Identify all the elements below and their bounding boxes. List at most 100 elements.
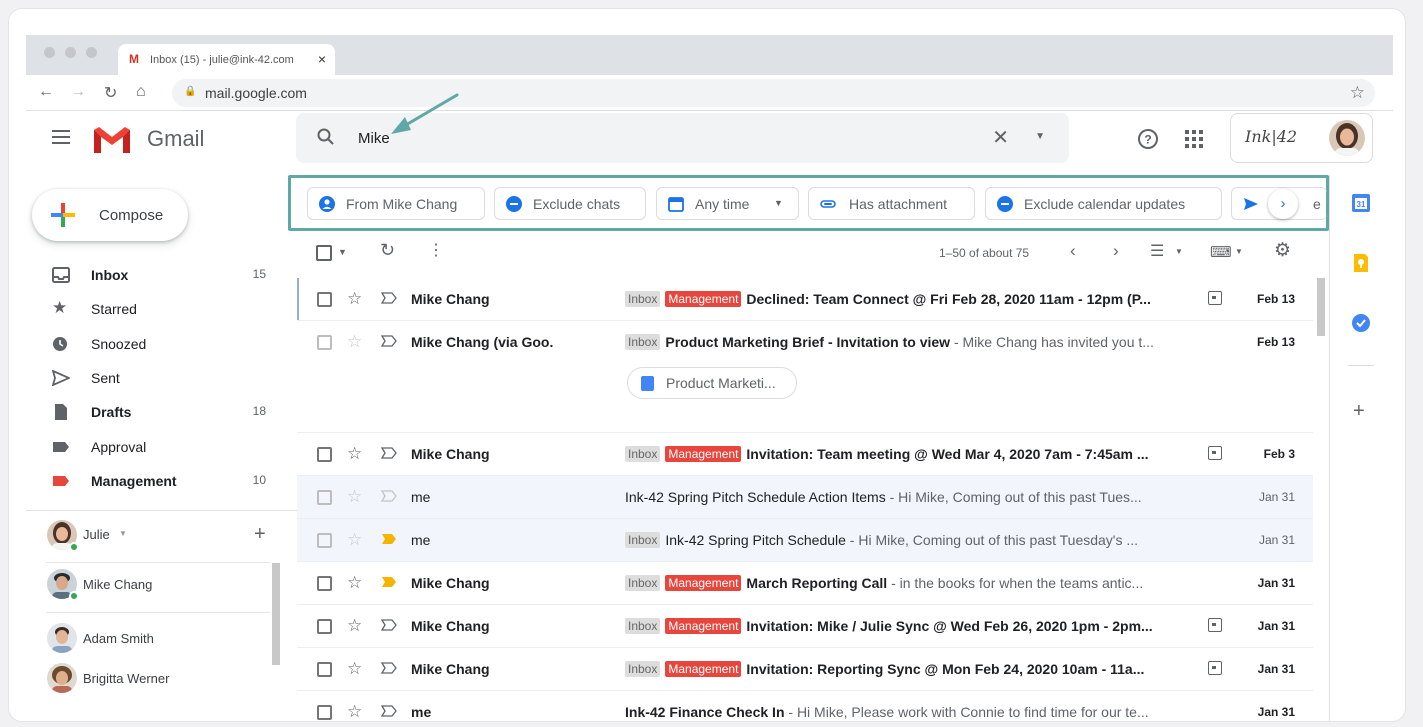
chip-any-time[interactable]: Any time ▼ xyxy=(656,187,799,220)
tab-close-icon[interactable]: × xyxy=(318,51,326,67)
prev-page-icon[interactable]: ‹ xyxy=(1070,241,1076,261)
importance-marker-icon[interactable] xyxy=(381,292,397,304)
reload-icon[interactable]: ↻ xyxy=(104,83,117,103)
star-icon[interactable]: ☆ xyxy=(347,702,362,721)
label-chip-management[interactable]: Management xyxy=(665,618,742,634)
chip-exclude-calendar-updates[interactable]: Exclude calendar updates xyxy=(985,187,1222,220)
email-row[interactable]: ☆ Mike Chang (via Goo. Inbox Product Market… xyxy=(297,321,1313,433)
label-chip-inbox[interactable]: Inbox xyxy=(625,661,661,677)
calendar-event-icon[interactable] xyxy=(1208,446,1222,460)
contact-brigitta-werner[interactable]: Brigitta Werner xyxy=(26,663,286,699)
importance-marker-icon[interactable] xyxy=(381,490,397,502)
hangouts-user[interactable]: Julie ▼ + xyxy=(26,520,286,556)
settings-gear-icon[interactable]: ⚙ xyxy=(1274,239,1291,262)
account-brand-box[interactable]: Ink​|42 xyxy=(1230,113,1373,163)
label-chip-inbox[interactable]: Inbox xyxy=(625,334,661,350)
tasks-app-icon[interactable] xyxy=(1352,314,1370,332)
refresh-icon[interactable]: ↻ xyxy=(380,240,395,261)
importance-marker-icon[interactable] xyxy=(381,705,397,717)
url-field[interactable]: 🔒 mail.google.com ☆ xyxy=(172,79,1375,107)
calendar-event-icon[interactable] xyxy=(1208,661,1222,675)
label-chip-management[interactable]: Management xyxy=(665,291,742,307)
label-chip-inbox[interactable]: Inbox xyxy=(625,618,661,634)
email-row[interactable]: ☆ me Ink-42 Spring Pitch Schedule Action I… xyxy=(297,476,1313,519)
window-minimize-dot[interactable] xyxy=(65,47,76,58)
keep-app-icon[interactable] xyxy=(1352,254,1370,272)
label-chip-management[interactable]: Management xyxy=(665,661,742,677)
next-page-icon[interactable]: › xyxy=(1113,241,1119,261)
search-options-icon[interactable]: ▼ xyxy=(1035,131,1045,142)
contact-adam-smith[interactable]: Adam Smith xyxy=(26,623,286,659)
sidebar-item-approval[interactable]: Approval xyxy=(26,430,278,464)
row-checkbox[interactable] xyxy=(317,619,332,634)
row-checkbox[interactable] xyxy=(317,292,332,307)
email-row[interactable]: ☆ Mike Chang Inbox Management March Reportin… xyxy=(297,562,1313,605)
chip-from-mike-chang[interactable]: From Mike Chang xyxy=(307,187,485,220)
apps-grid-icon[interactable] xyxy=(1184,129,1204,149)
attachment-chip[interactable]: Product Marketi... xyxy=(627,367,797,399)
calendar-event-icon[interactable] xyxy=(1208,291,1222,305)
email-row[interactable]: ☆ Mike Chang Inbox Management Invitation: Re… xyxy=(297,648,1313,691)
email-row[interactable]: ☆ me Ink-42 Finance Check In - Hi Mike, Pl… xyxy=(297,691,1313,721)
email-row[interactable]: ☆ Mike Chang Inbox Management Invitation: Mi… xyxy=(297,605,1313,648)
sidebar-item-drafts[interactable]: Drafts 18 xyxy=(26,395,278,429)
star-icon[interactable]: ☆ xyxy=(347,659,362,679)
input-tools-dropdown-icon[interactable]: ▼ xyxy=(1235,247,1243,256)
star-icon[interactable]: ☆ xyxy=(347,332,362,352)
sidebar-item-inbox[interactable]: Inbox 15 xyxy=(26,258,278,292)
window-close-dot[interactable] xyxy=(44,47,55,58)
window-maximize-dot[interactable] xyxy=(86,47,97,58)
row-checkbox[interactable] xyxy=(317,576,332,591)
row-checkbox[interactable] xyxy=(317,533,332,548)
sidebar-item-management[interactable]: Management 10 xyxy=(26,464,278,498)
select-dropdown-icon[interactable]: ▼ xyxy=(338,247,347,257)
email-row[interactable]: ☆ Mike Chang Inbox Management Declined: Team… xyxy=(297,278,1313,321)
importance-marker-icon[interactable] xyxy=(381,335,397,347)
label-chip-inbox[interactable]: Inbox xyxy=(625,575,661,591)
browser-tab[interactable]: M Inbox (15) - julie@ink-42.com × xyxy=(118,44,335,75)
chip-has-attachment[interactable]: Has attachment xyxy=(808,187,975,220)
star-icon[interactable]: ☆ xyxy=(347,289,362,309)
star-icon[interactable]: ☆ xyxy=(347,530,362,550)
forward-icon[interactable]: → xyxy=(70,83,86,101)
star-icon[interactable]: ☆ xyxy=(347,616,362,636)
compose-button[interactable]: Compose xyxy=(32,189,188,241)
label-chip-management[interactable]: Management xyxy=(665,446,742,462)
get-addons-plus-icon[interactable]: + xyxy=(1353,400,1365,423)
row-checkbox[interactable] xyxy=(317,705,332,720)
chip-exclude-chats[interactable]: Exclude chats xyxy=(494,187,646,220)
label-chip-inbox[interactable]: Inbox xyxy=(625,446,661,462)
importance-marker-icon[interactable] xyxy=(381,533,397,545)
density-dropdown-icon[interactable]: ▼ xyxy=(1175,247,1183,256)
sidebar-item-snoozed[interactable]: Snoozed xyxy=(26,327,278,361)
importance-marker-icon[interactable] xyxy=(381,576,397,588)
star-icon[interactable]: ☆ xyxy=(347,487,362,507)
mail-list-scrollbar[interactable] xyxy=(1317,278,1325,336)
row-checkbox[interactable] xyxy=(317,447,332,462)
star-icon[interactable]: ☆ xyxy=(347,444,362,464)
email-row[interactable]: ☆ Mike Chang Inbox Management Invitation: Te… xyxy=(297,433,1313,476)
user-dropdown-icon[interactable]: ▼ xyxy=(119,529,127,538)
back-icon[interactable]: ← xyxy=(38,83,54,101)
help-icon[interactable]: ? xyxy=(1137,128,1159,150)
more-options-icon[interactable]: ⋮ xyxy=(428,240,444,260)
gmail-wordmark[interactable]: Gmail xyxy=(147,126,204,152)
sidebar-item-sent[interactable]: Sent xyxy=(26,361,278,395)
bookmark-star-icon[interactable]: ☆ xyxy=(1350,83,1365,103)
calendar-event-icon[interactable] xyxy=(1208,618,1222,632)
contact-mike-chang[interactable]: Mike Chang xyxy=(26,569,286,605)
label-chip-inbox[interactable]: Inbox xyxy=(625,532,661,548)
account-avatar[interactable] xyxy=(1329,120,1365,156)
sidebar-item-starred[interactable]: ★ Starred xyxy=(26,292,278,326)
select-all-checkbox[interactable] xyxy=(316,245,332,261)
email-row[interactable]: ☆ me Inbox Ink-42 Spring Pitch Schedule - H… xyxy=(297,519,1313,562)
calendar-app-icon[interactable]: 31 xyxy=(1352,194,1370,212)
row-checkbox[interactable] xyxy=(317,335,332,350)
chips-next-arrow-icon[interactable]: › xyxy=(1268,189,1298,219)
density-icon[interactable]: ☰ xyxy=(1150,241,1164,261)
clear-search-icon[interactable]: ✕ xyxy=(992,125,1009,150)
importance-marker-icon[interactable] xyxy=(381,447,397,459)
input-tools-icon[interactable]: ⌨ xyxy=(1210,243,1232,261)
label-chip-inbox[interactable]: Inbox xyxy=(625,291,661,307)
label-chip-management[interactable]: Management xyxy=(665,575,742,591)
